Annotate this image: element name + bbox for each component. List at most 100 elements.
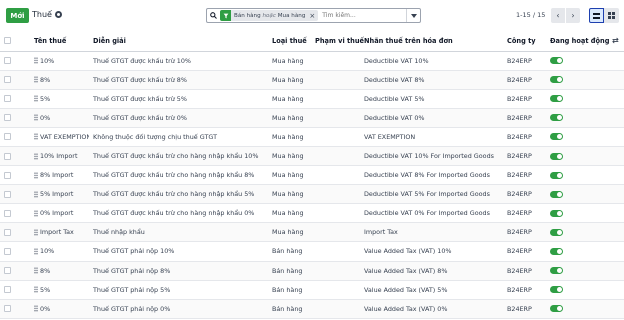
col-name[interactable]: Tên thuế [30, 31, 89, 52]
col-label[interactable]: Nhãn thuế trên hóa đơn [360, 31, 503, 52]
cell-name[interactable]: 0% [30, 299, 89, 319]
cell-description[interactable]: Thuế GTGT được khấu trừ 0% [89, 108, 268, 128]
cell-scope[interactable] [311, 261, 360, 281]
active-toggle[interactable] [550, 76, 563, 84]
cell-name[interactable]: 5% [30, 89, 89, 109]
cell-label[interactable]: Deductible VAT 8% [360, 70, 503, 90]
cell-active[interactable] [546, 108, 608, 128]
cell-scope[interactable] [311, 222, 360, 243]
col-active[interactable]: Đang hoạt động [546, 31, 609, 52]
cell-company[interactable]: B24ERP [503, 146, 546, 167]
drag-handle-icon[interactable] [34, 267, 38, 275]
cell-label[interactable]: Value Added Tax (VAT) 10% [360, 241, 503, 262]
row-select-cell[interactable] [0, 70, 30, 90]
cell-type[interactable]: Mua hàng [268, 203, 311, 224]
table-row[interactable]: 8% Import Thuế GTGT được khấu trừ cho hàn… [0, 165, 624, 186]
cell-description[interactable]: Thuế GTGT được khấu trừ 8% [89, 70, 268, 90]
cell-name[interactable]: 10% [30, 51, 89, 71]
row-select-cell[interactable] [0, 241, 30, 262]
row-checkbox[interactable] [4, 133, 11, 141]
cell-name[interactable]: 10% [30, 241, 89, 262]
drag-handle-icon[interactable] [34, 286, 38, 294]
row-checkbox[interactable] [4, 95, 11, 103]
cell-active[interactable] [546, 165, 608, 186]
search-input[interactable] [322, 12, 401, 19]
row-checkbox[interactable] [4, 190, 11, 198]
drag-handle-icon[interactable] [34, 171, 38, 179]
row-select-cell[interactable] [0, 89, 30, 109]
cell-label[interactable]: VAT EXEMPTION [360, 127, 503, 147]
cell-description[interactable]: Thuế GTGT được khấu trừ cho hàng nhập kh… [89, 165, 268, 186]
cell-description[interactable]: Thuế GTGT được khấu trừ cho hàng nhập kh… [89, 203, 268, 224]
cell-scope[interactable] [311, 51, 360, 71]
row-checkbox[interactable] [4, 247, 11, 255]
cell-company[interactable]: B24ERP [503, 165, 546, 186]
cell-label[interactable]: Value Added Tax (VAT) 8% [360, 261, 503, 281]
row-checkbox[interactable] [4, 152, 11, 160]
cell-active[interactable] [546, 203, 608, 224]
cell-scope[interactable] [311, 203, 360, 224]
row-checkbox[interactable] [4, 76, 11, 84]
cell-scope[interactable] [311, 165, 360, 186]
cell-description[interactable]: Không thuộc đối tượng chịu thuế GTGT [89, 127, 268, 147]
select-all-checkbox[interactable] [4, 37, 11, 45]
cell-description[interactable]: Thuế GTGT phải nộp 10% [89, 241, 268, 262]
cell-scope[interactable] [311, 108, 360, 128]
row-select-cell[interactable] [0, 51, 30, 71]
cell-type[interactable]: Mua hàng [268, 89, 311, 109]
cell-scope[interactable] [311, 127, 360, 147]
drag-handle-icon[interactable] [34, 57, 38, 65]
pager-next-button[interactable]: › [566, 8, 580, 23]
cell-company[interactable]: B24ERP [503, 89, 546, 109]
table-row[interactable]: 10% Thuế GTGT phải nộp 10% Bán hàng Value A… [0, 241, 624, 262]
cell-label[interactable]: Deductible VAT 5% For Imported Goods [360, 184, 503, 205]
row-select-cell[interactable] [0, 184, 30, 205]
row-checkbox[interactable] [4, 305, 11, 313]
cell-name[interactable]: 10% Import [30, 146, 89, 167]
table-row[interactable]: 5% Thuế GTGT được khấu trừ 5% Mua hàng Dedu… [0, 89, 624, 109]
cell-name[interactable]: 5% [30, 280, 89, 300]
cell-company[interactable]: B24ERP [503, 51, 546, 71]
drag-handle-icon[interactable] [34, 76, 38, 84]
cell-type[interactable]: Mua hàng [268, 222, 311, 243]
cell-scope[interactable] [311, 146, 360, 167]
row-checkbox[interactable] [4, 57, 11, 65]
row-checkbox[interactable] [4, 228, 11, 236]
table-row[interactable]: VAT EXEMPTION Không thuộc đối tượng chịu … [0, 127, 624, 147]
cell-type[interactable]: Mua hàng [268, 184, 311, 205]
row-select-cell[interactable] [0, 165, 30, 186]
table-row[interactable]: Import Tax Thuế nhập khẩu Mua hàng Import T… [0, 222, 624, 243]
facet-remove-icon[interactable]: × [309, 12, 315, 20]
gear-icon[interactable] [54, 11, 62, 18]
cell-type[interactable]: Bán hàng [268, 299, 311, 319]
cell-name[interactable]: 0% Import [30, 203, 89, 224]
active-toggle[interactable] [550, 305, 563, 313]
row-checkbox[interactable] [4, 114, 11, 122]
cell-scope[interactable] [311, 70, 360, 90]
cell-description[interactable]: Thuế GTGT phải nộp 5% [89, 280, 268, 300]
drag-handle-icon[interactable] [34, 114, 38, 122]
cell-active[interactable] [546, 51, 608, 71]
cell-type[interactable]: Mua hàng [268, 146, 311, 167]
table-row[interactable]: 10% Thuế GTGT được khấu trừ 10% Mua hàng De… [0, 51, 624, 71]
cell-label[interactable]: Import Tax [360, 222, 503, 243]
cell-type[interactable]: Mua hàng [268, 70, 311, 90]
cell-label[interactable]: Deductible VAT 8% For Imported Goods [360, 165, 503, 186]
row-checkbox[interactable] [4, 171, 11, 179]
cell-active[interactable] [546, 280, 608, 300]
cell-active[interactable] [546, 241, 608, 262]
row-select-cell[interactable] [0, 222, 30, 243]
active-toggle[interactable] [550, 247, 563, 255]
cell-name[interactable]: 0% [30, 108, 89, 128]
active-toggle[interactable] [550, 114, 563, 122]
list-view-button[interactable] [589, 8, 604, 23]
active-toggle[interactable] [550, 286, 563, 294]
cell-company[interactable]: B24ERP [503, 241, 546, 262]
table-row[interactable]: 0% Thuế GTGT được khấu trừ 0% Mua hàng Dedu… [0, 108, 624, 128]
cell-active[interactable] [546, 89, 608, 109]
drag-handle-icon[interactable] [34, 190, 38, 198]
cell-description[interactable]: Thuế GTGT được khấu trừ cho hàng nhập kh… [89, 146, 268, 167]
cell-description[interactable]: Thuế GTGT phải nộp 0% [89, 299, 268, 319]
drag-handle-icon[interactable] [34, 228, 38, 236]
cell-label[interactable]: Value Added Tax (VAT) 0% [360, 299, 503, 319]
